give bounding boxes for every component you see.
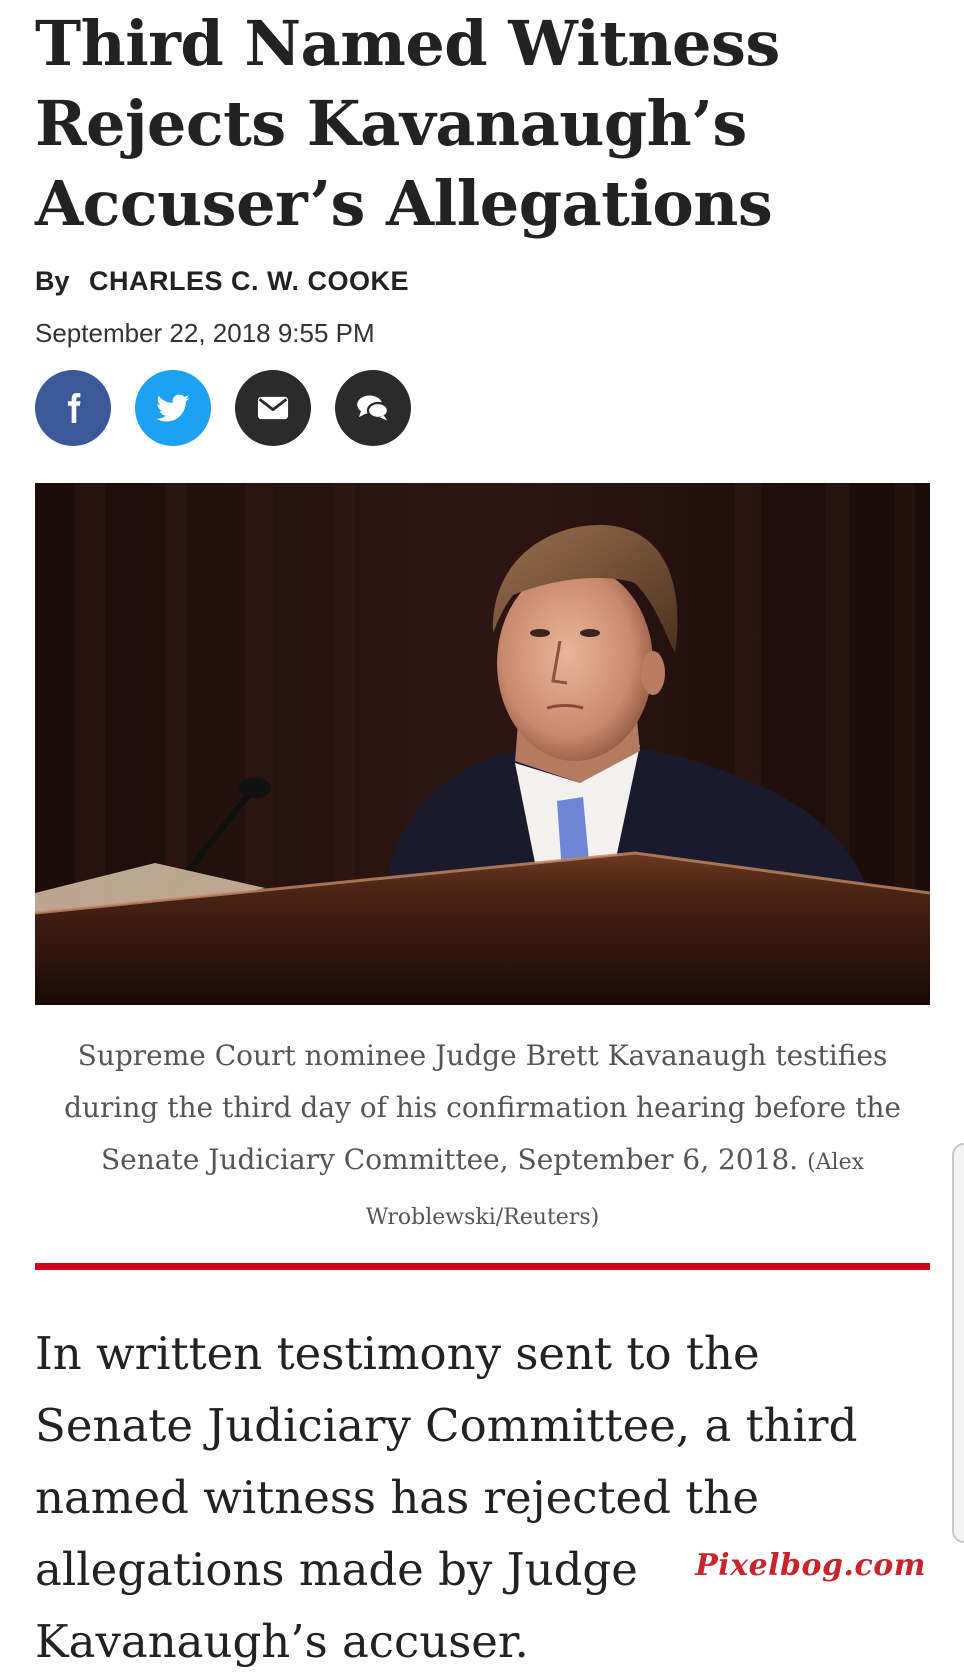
share-facebook-button[interactable] [35, 370, 111, 446]
watermark: Pixelbog.com [695, 1548, 926, 1583]
section-divider [35, 1263, 930, 1270]
article-lede: In written testimony sent to the Senate … [35, 1327, 858, 1668]
share-twitter-button[interactable] [135, 370, 211, 446]
comments-icon [357, 395, 390, 421]
comments-button[interactable] [335, 370, 411, 446]
facebook-icon [67, 393, 81, 423]
scrollbar-handle[interactable] [952, 1143, 964, 1543]
twitter-icon [156, 394, 190, 422]
publish-date: September 22, 2018 9:55 PM [35, 318, 375, 348]
hero-caption-text: Supreme Court nominee Judge Brett Kavana… [64, 1039, 901, 1176]
hero-photo [35, 483, 930, 1005]
hero-caption: Supreme Court nominee Judge Brett Kavana… [35, 1030, 930, 1244]
byline: By CHARLES C. W. COOKE [35, 266, 409, 297]
hero-photo-illustration [35, 483, 930, 1005]
author-link[interactable]: CHARLES C. W. COOKE [89, 266, 409, 296]
email-icon [257, 396, 289, 420]
byline-prefix: By [35, 266, 70, 296]
share-buttons [35, 370, 411, 446]
article-headline: Third Named Witness Rejects Kavanaugh’s … [35, 7, 780, 240]
share-email-button[interactable] [235, 370, 311, 446]
